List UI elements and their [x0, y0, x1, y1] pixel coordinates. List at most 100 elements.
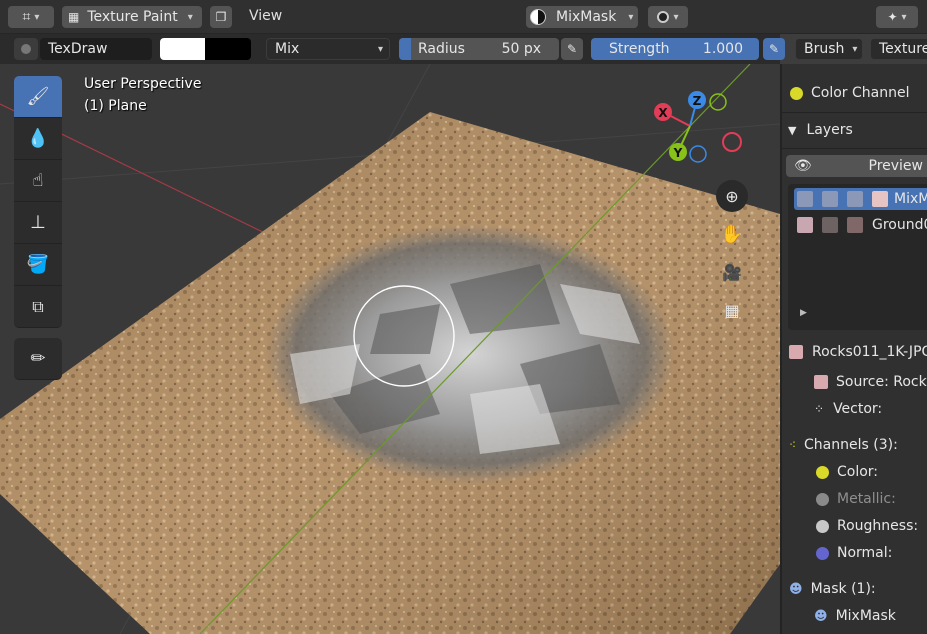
pen-pressure-icon: ✎	[566, 42, 578, 56]
image-name-row[interactable]: Rocks011_1K-JPG	[789, 341, 927, 363]
blend-mode-label: Mix	[275, 41, 300, 57]
eye-icon: 👁	[794, 158, 812, 174]
zoom-icon: ⊕	[725, 186, 739, 206]
texture-menu[interactable]: Texture	[870, 38, 927, 60]
secondary-color-swatch[interactable]	[205, 38, 251, 60]
overlay-toggle-button[interactable]: ❐	[210, 6, 232, 28]
pen-pressure-icon: ✎	[768, 42, 780, 56]
radius-slider[interactable]: Radius 50 px	[399, 38, 559, 60]
editor-type-icon: ⌗	[22, 9, 31, 25]
hand-icon: ✋	[720, 223, 744, 245]
brush-menu-label: Brush	[804, 41, 845, 57]
preview-toggle[interactable]: 👁 Preview	[786, 155, 927, 177]
mixmask-dropdown[interactable]: MixMask ▾	[526, 6, 638, 28]
layer-channel-icon	[847, 217, 863, 233]
channel-name: Color:	[837, 464, 879, 480]
strength-slider[interactable]: Strength 1.000	[591, 38, 759, 60]
image-icon	[872, 191, 888, 207]
brush-icon	[21, 44, 31, 54]
layer-item-ground[interactable]: Ground0€	[794, 214, 927, 236]
editor-type-button[interactable]: ⌗ ▾	[8, 6, 54, 28]
viewport-scene: X Z Y	[0, 64, 780, 634]
channel-color-row[interactable]: Color:	[816, 461, 927, 483]
radius-value: 50 px	[501, 41, 541, 57]
pan-button[interactable]: ✋	[716, 218, 748, 250]
circle-icon	[657, 11, 670, 23]
gizmo-overlay-dropdown[interactable]: ✦ ▾	[876, 6, 918, 28]
vector-label: Vector:	[833, 401, 883, 417]
channel-metallic-row[interactable]: Metallic:	[816, 488, 927, 510]
brush-name-field[interactable]: TexDraw	[40, 38, 152, 60]
channels-label: Channels (3):	[804, 437, 898, 453]
chevron-down-icon: ▼	[788, 123, 797, 137]
camera-icon: 🎥	[722, 262, 742, 282]
vector-icon: ⁘	[814, 402, 825, 416]
vector-row[interactable]: ⁘ Vector:	[814, 398, 927, 420]
tool-fill[interactable]: 🪣	[14, 244, 62, 286]
color-channel-label: Color Channel	[811, 85, 910, 101]
tool-shelf: 🖌 💧 ☝ ⊥ 🪣 ⧉ ✏	[14, 76, 62, 380]
channel-roughness-row[interactable]: Roughness:	[816, 515, 927, 537]
channel-dot-icon	[790, 86, 803, 100]
mask-icon: ☻	[789, 581, 803, 597]
primary-color-swatch[interactable]	[160, 38, 205, 60]
layer-name: MixMask	[894, 191, 927, 207]
tool-clone[interactable]: ⊥	[14, 202, 62, 244]
layer-channel-icon	[822, 191, 838, 207]
layer-list[interactable]: MixMask Ground0€ ▶	[788, 184, 927, 330]
chevron-down-icon: ▾	[187, 11, 193, 23]
layer-channel-icon	[822, 217, 838, 233]
viewport-shading-dropdown[interactable]: ▾	[648, 6, 688, 28]
layer-channel-icon	[847, 191, 863, 207]
tool-mask[interactable]: ⧉	[14, 286, 62, 328]
channels-row[interactable]: ⁖ Channels (3):	[789, 434, 927, 456]
view-menu[interactable]: View	[249, 8, 282, 24]
layer-color-icon	[797, 191, 813, 207]
expand-triangle-icon[interactable]: ▶	[800, 308, 807, 318]
channel-normal-row[interactable]: Normal:	[816, 542, 927, 564]
mode-dropdown[interactable]: ▦ Texture Paint ▾	[62, 6, 202, 28]
channel-dot-icon	[816, 519, 829, 533]
tool-annotate[interactable]: ✏	[14, 338, 62, 380]
grid-icon: ▦	[724, 300, 740, 320]
color-channel-row[interactable]: Color Channel	[790, 82, 927, 104]
brush-menu[interactable]: Brush ▾	[795, 38, 863, 60]
mask-item-row[interactable]: ☻ MixMask	[814, 605, 927, 627]
ortho-toggle-button[interactable]: ▦	[716, 294, 748, 326]
source-row[interactable]: Source: Rocks	[814, 371, 927, 393]
radius-pressure-button[interactable]: ✎	[561, 38, 583, 60]
3d-viewport[interactable]: X Z Y User Perspective (1) Plane ⊕ ✋ 🎥 ▦	[0, 64, 780, 634]
mask-row[interactable]: ☻ Mask (1):	[789, 578, 927, 600]
tool-draw[interactable]: 🖌	[14, 76, 62, 118]
mode-label: Texture Paint	[87, 9, 178, 25]
channel-dot-icon	[816, 546, 829, 560]
overlay-icon: ❐	[215, 10, 227, 24]
gizmo-z-label: Z	[693, 94, 702, 108]
shading-ball-icon	[530, 9, 546, 25]
image-name: Rocks011_1K-JPG	[812, 344, 927, 360]
strength-label: Strength	[609, 41, 670, 57]
fill-icon: 🪣	[26, 254, 50, 275]
chevron-down-icon: ▾	[377, 43, 383, 55]
navigation-gizmo[interactable]: X Z Y	[654, 91, 742, 163]
brush-preview-button[interactable]	[14, 38, 38, 60]
gizmo-x-label: X	[658, 106, 668, 120]
camera-view-button[interactable]: 🎥	[716, 256, 748, 288]
mask-icon: ⧉	[32, 296, 44, 316]
smear-icon: ☝	[32, 170, 44, 191]
tool-settings-bar: TexDraw Mix ▾ Radius 50 px ✎ Strength 1.…	[0, 34, 785, 64]
tool-soften[interactable]: 💧	[14, 118, 62, 160]
layers-panel-header[interactable]: ▼ Layers	[788, 119, 927, 141]
preview-label: Preview	[868, 158, 924, 174]
blend-mode-dropdown[interactable]: Mix ▾	[266, 38, 390, 60]
zoom-button[interactable]: ⊕	[716, 180, 748, 212]
source-label: Source: Rocks	[836, 374, 927, 390]
mask-label: Mask (1):	[810, 581, 876, 597]
tool-smear[interactable]: ☝	[14, 160, 62, 202]
annotate-icon: ✏	[30, 348, 46, 369]
channel-name: Roughness:	[837, 518, 919, 534]
layer-item-mixmask[interactable]: MixMask	[794, 188, 927, 210]
gizmo-y-label: Y	[673, 146, 683, 160]
strength-pressure-button[interactable]: ✎	[763, 38, 785, 60]
top-header: ⌗ ▾ ▦ Texture Paint ▾ ❐ View MixMask ▾ ▾ …	[0, 0, 927, 34]
